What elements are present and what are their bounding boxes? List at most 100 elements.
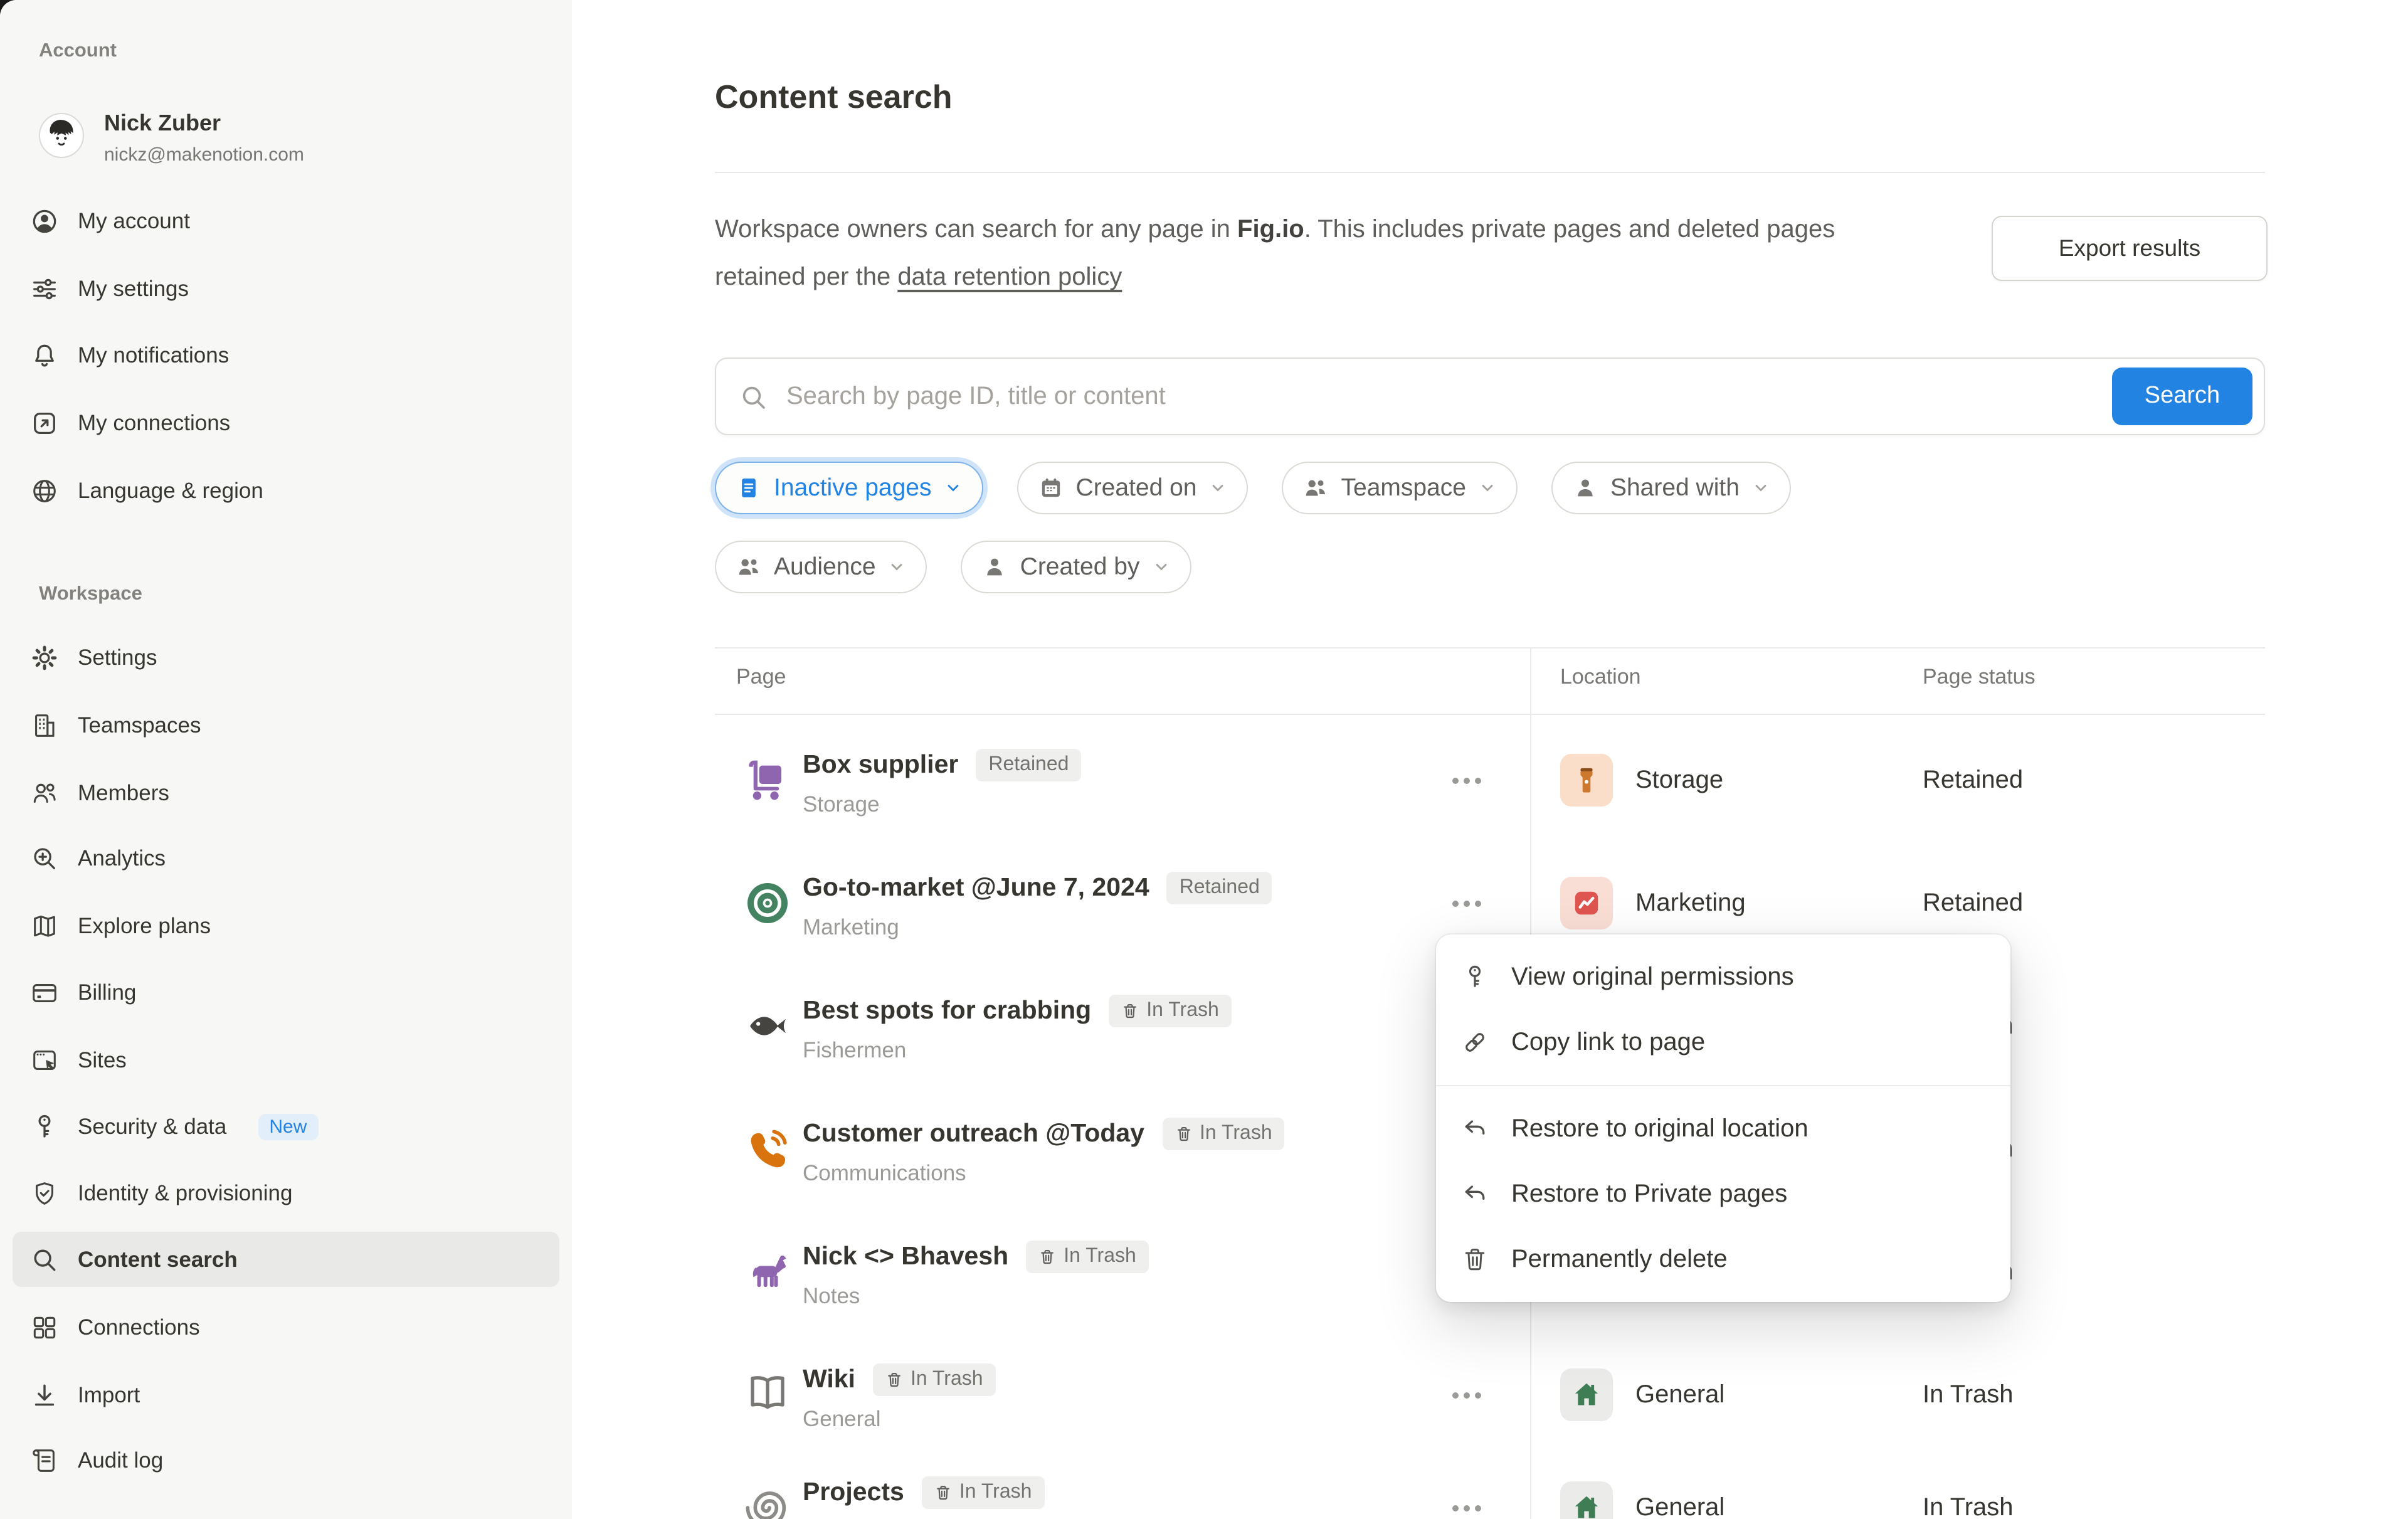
- data-retention-policy-link[interactable]: data retention policy: [897, 263, 1122, 291]
- sidebar-item-label: Members: [78, 780, 169, 806]
- people-icon: [736, 554, 761, 580]
- page-title-cell: Projects: [803, 1478, 904, 1508]
- column-header-page: Page: [736, 665, 786, 690]
- menu-item-label: Copy link to page: [1511, 1028, 1705, 1057]
- menu-item-label: Restore to Private pages: [1511, 1180, 1787, 1209]
- menu-item-label: Permanently delete: [1511, 1245, 1728, 1274]
- page-title-cell: Nick <> Bhavesh: [803, 1242, 1008, 1272]
- chevron-down-icon: [1152, 558, 1170, 576]
- sidebar-item-connections[interactable]: Connections: [13, 1299, 559, 1355]
- row-context-menu: View original permissions Copy link to p…: [1436, 934, 2010, 1302]
- filter-audience[interactable]: Audience: [715, 541, 927, 593]
- filter-created-on[interactable]: Created on: [1017, 462, 1249, 514]
- map-icon: [30, 911, 59, 940]
- spiral-icon: [740, 1480, 795, 1519]
- row-actions-button[interactable]: [1452, 719, 1481, 842]
- sidebar-item-analytics[interactable]: Analytics: [13, 830, 559, 886]
- filter-created-by[interactable]: Created by: [961, 541, 1191, 593]
- filter-label: Created by: [1020, 553, 1140, 581]
- page-title: Content search: [715, 78, 953, 117]
- sidebar-item-my-account[interactable]: My account: [13, 193, 559, 248]
- chevron-down-icon: [944, 479, 962, 497]
- credit-card-icon: [30, 978, 59, 1007]
- account-section-label: Account: [39, 40, 117, 63]
- sidebar-item-label: My account: [78, 208, 190, 234]
- audit-log-icon: [30, 1446, 59, 1474]
- location-label: Marketing: [1635, 889, 1746, 918]
- filter-row-1: Inactive pages Created on Teamspace Shar…: [715, 462, 1791, 514]
- restore-icon: [1460, 1115, 1490, 1143]
- table-top-border: [715, 647, 2265, 648]
- globe-icon: [30, 476, 59, 505]
- sidebar-item-sites[interactable]: Sites: [13, 1032, 559, 1088]
- sidebar-item-teamspaces[interactable]: Teamspaces: [13, 697, 559, 753]
- search-button[interactable]: Search: [2112, 368, 2252, 425]
- page-subtitle: Marketing: [803, 914, 899, 941]
- shield-check-icon: [30, 1178, 59, 1207]
- sidebar-item-label: My settings: [78, 275, 189, 302]
- calendar-icon: [1038, 475, 1064, 500]
- menu-view-original-permissions[interactable]: View original permissions: [1436, 945, 2010, 1010]
- person-icon: [983, 554, 1008, 580]
- book-icon: [740, 1367, 795, 1422]
- sidebar-item-label: Audit log: [78, 1447, 163, 1473]
- sidebar-item-content-search[interactable]: Content search: [13, 1232, 559, 1287]
- sidebar-item-my-connections[interactable]: My connections: [13, 395, 559, 450]
- browser-icon: [30, 1045, 59, 1074]
- sidebar-item-explore-plans[interactable]: Explore plans: [13, 898, 559, 953]
- notion-settings-window: Account Nick Zuber nickz@makenotion.com …: [0, 0, 2408, 1519]
- row-actions-button[interactable]: [1452, 1446, 1481, 1519]
- in-trash-badge: In Trash: [873, 1363, 996, 1396]
- filter-inactive-pages[interactable]: Inactive pages: [715, 462, 983, 514]
- trash-icon: [1460, 1246, 1490, 1273]
- chart-icon: [1560, 877, 1613, 929]
- filter-label: Created on: [1076, 474, 1197, 502]
- flashlight-icon: [1560, 754, 1613, 807]
- sidebar-item-label: Billing: [78, 979, 136, 1005]
- sidebar-item-settings[interactable]: Settings: [13, 630, 559, 685]
- sidebar-item-label: Teamspaces: [78, 712, 201, 738]
- sidebar-item-label: Analytics: [78, 845, 166, 871]
- menu-restore-private-pages[interactable]: Restore to Private pages: [1436, 1162, 2010, 1227]
- page-subtitle: General: [803, 1406, 881, 1432]
- sidebar-item-my-settings[interactable]: My settings: [13, 261, 559, 316]
- sidebar-item-my-notifications[interactable]: My notifications: [13, 327, 559, 383]
- location-label: General: [1635, 1493, 1724, 1519]
- location-label: General: [1635, 1380, 1724, 1409]
- account-user-row: Nick Zuber nickz@makenotion.com: [39, 110, 541, 186]
- location-cell: General: [1560, 1333, 1724, 1456]
- sidebar-item-label: Settings: [78, 644, 157, 670]
- sidebar-item-security-data[interactable]: Security & data New: [13, 1099, 559, 1154]
- sidebar-item-billing[interactable]: Billing: [13, 965, 559, 1020]
- row-actions-button[interactable]: [1452, 1333, 1481, 1456]
- sidebar-item-label: Import: [78, 1382, 140, 1408]
- filter-teamspace[interactable]: Teamspace: [1282, 462, 1518, 514]
- table-row: Wiki In Trash General General In Trash: [715, 1333, 2265, 1456]
- filter-label: Shared with: [1610, 474, 1740, 502]
- chevron-down-icon: [1752, 479, 1770, 497]
- page-subtitle: Storage: [803, 791, 880, 818]
- sidebar-item-language-region[interactable]: Language & region: [13, 463, 559, 518]
- page-title-cell: Wiki: [803, 1365, 855, 1395]
- avatar: [39, 113, 84, 158]
- trash-icon: [934, 1484, 952, 1501]
- sidebar-item-audit-log[interactable]: Audit log: [13, 1432, 559, 1488]
- menu-restore-original-location[interactable]: Restore to original location: [1436, 1096, 2010, 1162]
- menu-permanently-delete[interactable]: Permanently delete: [1436, 1227, 2010, 1292]
- key-icon: [30, 1112, 59, 1141]
- search-input[interactable]: [784, 366, 2068, 426]
- sidebar-item-identity-provisioning[interactable]: Identity & provisioning: [13, 1165, 559, 1220]
- person-icon: [1573, 475, 1598, 500]
- search-icon: [739, 383, 769, 413]
- trash-icon: [1038, 1248, 1056, 1266]
- filter-shared-with[interactable]: Shared with: [1551, 462, 1791, 514]
- sidebar-item-import[interactable]: Import: [13, 1367, 559, 1422]
- location-label: Storage: [1635, 766, 1723, 795]
- table-header-border: [715, 714, 2265, 715]
- sidebar-item-members[interactable]: Members: [13, 765, 559, 820]
- export-results-button[interactable]: Export results: [1992, 216, 2268, 281]
- user-circle-icon: [30, 206, 59, 235]
- page-icon: [736, 475, 761, 500]
- filter-label: Inactive pages: [774, 474, 932, 502]
- menu-copy-link[interactable]: Copy link to page: [1436, 1010, 2010, 1075]
